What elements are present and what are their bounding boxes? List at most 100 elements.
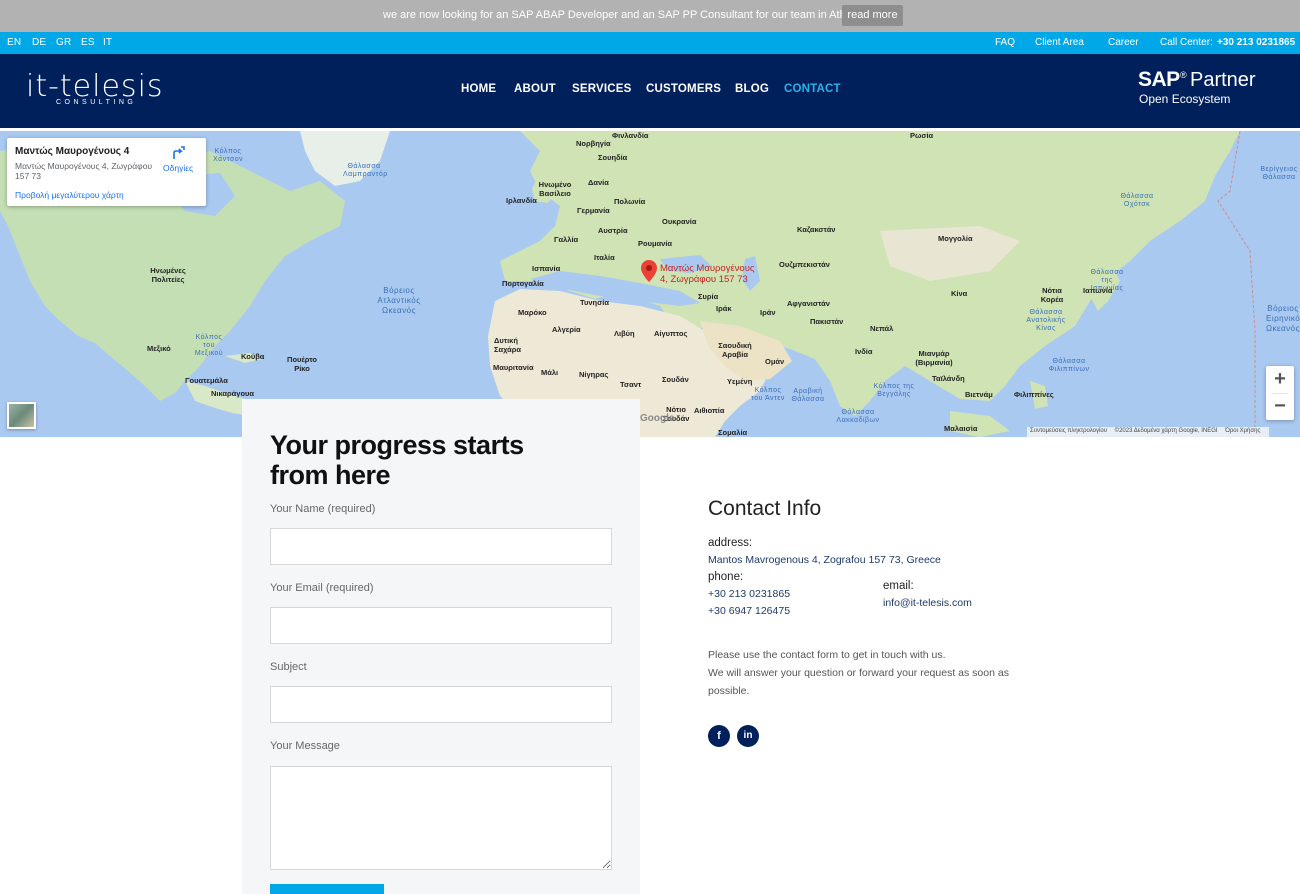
map-label-iraq: Ιράκ (716, 304, 732, 313)
site-logo[interactable]: it-telesis CONSULTING (26, 72, 166, 110)
map-card-title: Μαντώς Μαυρογένους 4 (15, 146, 130, 157)
map-label-mauritania: Μαυριτανία (493, 363, 534, 372)
linkedin-icon[interactable]: in (737, 725, 759, 747)
map-label-bering-sea: Βερίγγειος Θάλασσα (1260, 166, 1298, 181)
sap-ecosystem-text: Open Ecosystem (1139, 92, 1231, 106)
nav-customers[interactable]: CUSTOMERS (646, 83, 721, 95)
faq-link[interactable]: FAQ (995, 37, 1015, 48)
map-label-iran: Ιράν (760, 308, 776, 317)
email-input[interactable] (270, 607, 612, 644)
map-label-labrador-sea: Θάλασσα Λαμπραντόρ (343, 163, 388, 178)
message-label: Your Message (270, 740, 340, 752)
google-map[interactable]: Φινλανδία Ρωσία Νορβηγία Σουηδία Δανία Η… (0, 131, 1300, 437)
directions-link[interactable]: Οδηγίες (163, 163, 193, 173)
map-label-mongolia: Μογγολία (938, 234, 973, 243)
email-link[interactable]: info@it-telesis.com (883, 597, 972, 609)
nav-blog[interactable]: BLOG (735, 83, 769, 95)
contact-note-2: We will answer your question or forward … (708, 667, 1009, 697)
map-label-nicaragua: Νικαράγουα (211, 389, 255, 398)
map-larger-link[interactable]: Προβολή μεγαλύτερου χάρτη (15, 190, 124, 200)
map-label-uk: Ηνωμένο Βασίλειο (538, 180, 572, 198)
sap-partner-text: Partner (1190, 69, 1256, 91)
map-label-india: Ινδία (855, 347, 873, 356)
sap-brand-text: SAP (1138, 68, 1180, 91)
map-label-ethiopia: Αιθιοπία (694, 406, 725, 415)
directions-icon[interactable] (171, 146, 185, 160)
map-label-sweden: Σουηδία (598, 153, 628, 162)
map-label-sudan: Σουδάν (662, 375, 689, 384)
contact-form-card: Your progress starts from here Your Name… (242, 399, 640, 894)
map-label-north-pacific: Βόρειος Ειρηνικός Ωκεανός (1266, 304, 1300, 333)
name-label: Your Name (required) (270, 503, 376, 515)
nav-about[interactable]: ABOUT (514, 83, 556, 95)
logo-subtitle: CONSULTING (56, 99, 137, 106)
map-satellite-toggle[interactable] (7, 402, 36, 429)
map-label-arabian-sea: Αραβική Θάλασσα (791, 388, 825, 403)
lang-gr-link[interactable]: GR (56, 37, 71, 48)
map-label-north-atlantic: Βόρειος Ατλαντικός Ωκεανός (377, 286, 421, 315)
form-title: Your progress starts from here (270, 430, 524, 490)
map-label-western-sahara: Δυτική Σαχάρα (494, 336, 522, 354)
email-info-label: email: (883, 580, 914, 592)
lang-de-link[interactable]: DE (32, 37, 46, 48)
subject-input[interactable] (270, 686, 612, 723)
map-marker-pin-icon[interactable] (641, 260, 657, 282)
zoom-out-button[interactable]: − (1266, 393, 1294, 420)
announcement-text: we are now looking for an SAP ABAP Devel… (383, 9, 864, 21)
map-label-portugal: Πορτογαλία (502, 279, 544, 288)
map-label-algeria: Αλγερία (552, 325, 581, 334)
map-label-afghanistan: Αφγανιστάν (787, 299, 830, 308)
zoom-in-button[interactable]: + (1266, 366, 1294, 393)
lang-en-link[interactable]: EN (7, 37, 21, 48)
map-label-italy: Ιταλία (594, 253, 615, 262)
map-label-pakistan: Πακιστάν (810, 317, 844, 326)
email-label: Your Email (required) (270, 582, 374, 594)
map-marker-label: Μαντώς Μαυρογένους 4, Ζωγράφου 157 73 (660, 263, 755, 285)
lang-it-link[interactable]: IT (103, 37, 112, 48)
map-label-chad: Τσαντ (620, 380, 642, 389)
map-label-mexico: Μεξικό (147, 344, 171, 353)
map-label-uzbekistan: Ουζμπεκιστάν (779, 260, 830, 269)
map-label-libya: Λιβύη (614, 329, 635, 338)
map-label-laccadive-sea: Θάλασσα Λακκαδίβων (836, 409, 880, 424)
nav-contact[interactable]: CONTACT (784, 83, 841, 95)
message-textarea[interactable] (270, 766, 612, 870)
main-navbar: it-telesis CONSULTING HOME ABOUT SERVICE… (0, 54, 1300, 128)
map-label-china: Κίνα (951, 289, 968, 298)
nav-services[interactable]: SERVICES (572, 83, 632, 95)
map-label-okhotsk: Θάλασσα Οχότσκ (1120, 193, 1154, 208)
map-label-cuba: Κούβα (241, 352, 265, 361)
map-label-philippine-sea: Θάλασσα Φιλιππίνων (1048, 358, 1090, 373)
call-center-number-text[interactable]: +30 213 0231865 (1217, 37, 1295, 48)
map-label-yemen: Υεμένη (727, 377, 753, 386)
call-center-number[interactable]: +30 213 0231865 (1217, 37, 1295, 48)
map-marker-label-line2: 4, Ζωγράφου 157 73 (660, 274, 748, 285)
phone-1-link[interactable]: +30 213 0231865 (708, 588, 790, 600)
map-label-vietnam: Βιετνάμ (965, 390, 993, 399)
facebook-icon[interactable]: f (708, 725, 730, 747)
read-more-button[interactable]: read more (842, 5, 903, 26)
nav-home[interactable]: HOME (461, 83, 496, 95)
submit-button[interactable] (270, 884, 384, 894)
map-label-niger: Νίγηρας (579, 370, 609, 379)
map-label-finland: Φινλανδία (612, 131, 649, 140)
subject-label: Subject (270, 661, 307, 673)
map-label-philippines: Φιλιππίνες (1014, 390, 1054, 399)
address-value: Mantos Mavrogenous 4, Zografou 157 73, G… (708, 554, 941, 566)
career-link[interactable]: Career (1108, 37, 1139, 48)
keyboard-shortcuts-link[interactable]: Συντομεύσεις πληκτρολογίου (1030, 428, 1107, 434)
lang-es-link[interactable]: ES (81, 37, 95, 48)
sap-registered-mark: ® (1180, 70, 1187, 80)
map-zoom-control: + − (1266, 366, 1294, 420)
map-label-somalia: Σομαλία (718, 428, 748, 437)
map-label-guatemala: Γουατεμάλα (185, 376, 228, 385)
top-bar: EN DE GR ES IT FAQ Client Area Career Ca… (0, 32, 1300, 54)
map-label-romania: Ρουμανία (638, 239, 673, 248)
map-marker-label-line1: Μαντώς Μαυρογένους (660, 263, 755, 274)
name-input[interactable] (270, 528, 612, 565)
client-area-link[interactable]: Client Area (1035, 37, 1084, 48)
terms-link[interactable]: Όροι Χρήσης (1225, 428, 1260, 434)
map-place-card: Μαντώς Μαυρογένους 4 Μαντώς Μαυρογένους … (7, 138, 206, 206)
map-label-norway: Νορβηγία (576, 139, 611, 148)
phone-2-link[interactable]: +30 6947 126475 (708, 605, 790, 617)
